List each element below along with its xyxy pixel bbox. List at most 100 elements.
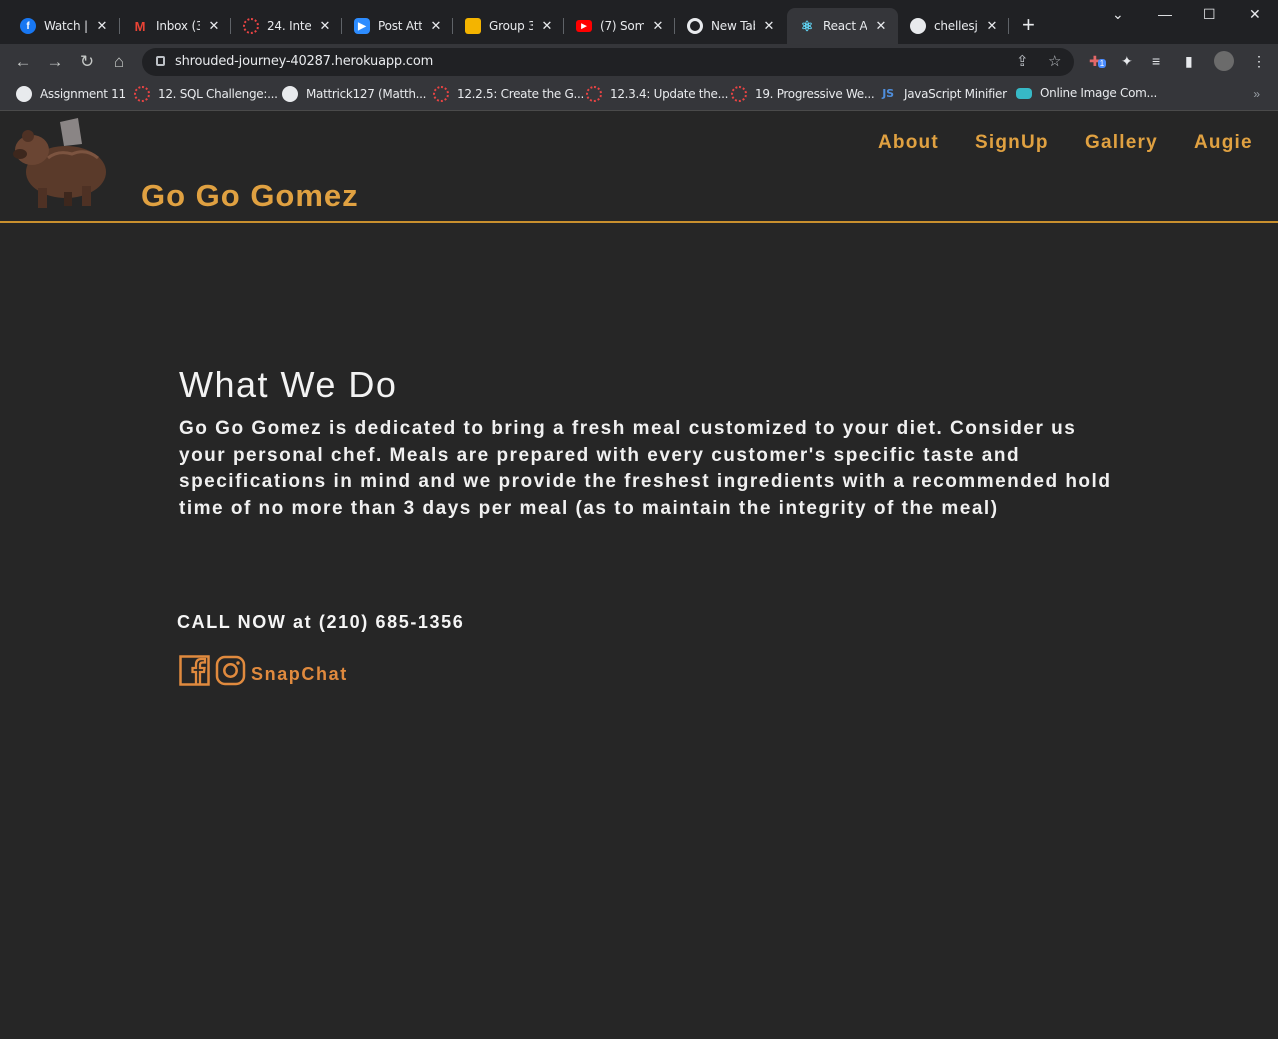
dotted-ring-icon	[586, 86, 602, 102]
nav-augie[interactable]: Augie	[1194, 132, 1253, 154]
bookmark-item[interactable]: Mattrick127 (Matth...	[282, 86, 427, 102]
chrome-icon	[687, 18, 703, 34]
dotted-ring-icon	[731, 86, 747, 102]
reload-button[interactable]: ↻	[75, 50, 99, 74]
site-header: Go Go Gomez About SignUp Gallery Augie	[0, 112, 1278, 223]
address-bar[interactable]: shrouded-journey-40287.herokuapp.com ⇪ ☆	[142, 48, 1074, 76]
bookmarks-bar: Assignment 11 12. SQL Challenge:... Matt…	[0, 80, 1278, 111]
tab-youtube[interactable]: ▶ (7) Some ✕	[564, 8, 675, 44]
github-icon	[282, 86, 298, 102]
web-page: Go Go Gomez About SignUp Gallery Augie W…	[0, 112, 1278, 1039]
tab-gmail[interactable]: M Inbox (3( ✕	[120, 8, 231, 44]
tab-title: Group 3	[489, 19, 533, 33]
tab-search-icon[interactable]: ⌄	[1112, 6, 1124, 23]
tab-title: chellesjo	[934, 19, 978, 33]
js-icon: JS	[882, 87, 894, 100]
tab-title: New Tab	[711, 19, 755, 33]
dotted-ring-icon	[243, 18, 259, 34]
snapchat-link[interactable]: SnapChat	[251, 664, 348, 685]
bookmark-label: 12.2.5: Create the G...	[457, 87, 585, 101]
close-icon[interactable]: ✕	[984, 18, 1000, 34]
bookmarks-overflow-button[interactable]: »	[1253, 87, 1260, 101]
tab-title: Watch | F	[44, 19, 88, 33]
slides-icon	[465, 18, 481, 34]
tab-facebook[interactable]: f Watch | F ✕	[8, 8, 120, 44]
share-icon[interactable]: ⇪	[1016, 52, 1029, 70]
extension-badge: 1	[1097, 59, 1107, 68]
tab-strip: f Watch | F ✕ M Inbox (3( ✕ 24. Intera ✕…	[0, 0, 1278, 44]
close-window-button[interactable]: ✕	[1249, 6, 1261, 23]
close-icon[interactable]: ✕	[317, 18, 333, 34]
bear-logo	[13, 118, 106, 208]
dotted-ring-icon	[134, 86, 150, 102]
bookmark-item[interactable]: Online Image Com...	[1016, 86, 1157, 100]
bookmark-label: Assignment 11	[40, 87, 126, 101]
dotted-ring-icon	[433, 86, 449, 102]
nav-about[interactable]: About	[878, 132, 939, 154]
lock-icon	[156, 56, 165, 66]
cloud-icon	[1016, 87, 1032, 99]
tab-zoom[interactable]: ▶ Post Atte ✕	[342, 8, 453, 44]
call-now-text: CALL NOW at (210) 685-1356	[177, 612, 465, 632]
close-icon[interactable]: ✕	[761, 18, 777, 34]
tab-slides[interactable]: Group 3 ✕	[453, 8, 564, 44]
close-icon[interactable]: ✕	[539, 18, 555, 34]
bookmark-label: JavaScript Minifier	[904, 87, 1007, 101]
bookmark-item[interactable]: 19. Progressive We...	[731, 86, 875, 102]
about-section: What We Do Go Go Gomez is dedicated to b…	[179, 364, 1119, 522]
tab-title: 24. Intera	[267, 19, 311, 33]
tab-new-tab[interactable]: New Tab ✕	[675, 8, 786, 44]
new-tab-button[interactable]: +	[1022, 14, 1035, 36]
bookmark-item[interactable]: 12.3.4: Update the...	[586, 86, 728, 102]
social-links: SnapChat	[179, 655, 348, 686]
menu-icon[interactable]: ⋮	[1252, 53, 1266, 70]
about-description: Go Go Gomez is dedicated to bring a fres…	[179, 418, 1112, 519]
back-button[interactable]: ←	[11, 50, 35, 74]
url-text[interactable]: shrouded-journey-40287.herokuapp.com	[175, 54, 433, 69]
nav-signup[interactable]: SignUp	[975, 132, 1049, 154]
close-icon[interactable]: ✕	[650, 18, 666, 34]
gmail-icon: M	[134, 18, 146, 34]
maximize-button[interactable]: ☐	[1203, 6, 1216, 23]
close-icon[interactable]: ✕	[873, 18, 889, 34]
tab-title: React Ap	[823, 19, 867, 33]
globe-icon	[16, 86, 32, 102]
bookmark-label: 12. SQL Challenge:...	[158, 87, 278, 101]
bookmark-item[interactable]: JS JavaScript Minifier	[880, 86, 1007, 102]
tab-react-app[interactable]: ⚛ React Ap ✕	[787, 8, 898, 44]
close-icon[interactable]: ✕	[94, 18, 110, 34]
side-panel-icon[interactable]: ▮	[1185, 53, 1193, 70]
youtube-icon: ▶	[576, 20, 592, 32]
puzzle-icon[interactable]: ✦	[1121, 53, 1133, 70]
nav-gallery[interactable]: Gallery	[1085, 132, 1158, 154]
bookmark-item[interactable]: 12. SQL Challenge:...	[134, 86, 278, 102]
tab-github[interactable]: chellesjo ✕	[898, 8, 1009, 44]
bookmark-label: Online Image Com...	[1040, 86, 1158, 100]
close-icon[interactable]: ✕	[428, 18, 444, 34]
facebook-icon[interactable]	[179, 655, 210, 686]
forward-button[interactable]: →	[43, 50, 67, 74]
zoom-icon: ▶	[354, 18, 370, 34]
section-heading: What We Do	[179, 364, 398, 405]
bookmark-item[interactable]: Assignment 11	[16, 86, 126, 102]
extension-icon[interactable]: ✚1	[1089, 53, 1107, 70]
avatar[interactable]	[1214, 51, 1234, 71]
media-control-icon[interactable]: ≡	[1152, 53, 1160, 69]
browser-toolbar: ← → ↻ ⌂ shrouded-journey-40287.herokuapp…	[0, 44, 1278, 80]
bookmark-item[interactable]: 12.2.5: Create the G...	[433, 86, 584, 102]
react-icon: ⚛	[800, 17, 814, 34]
brand-title[interactable]: Go Go Gomez	[141, 178, 359, 214]
bookmark-label: Mattrick127 (Matth...	[306, 87, 427, 101]
tab-title: Post Atte	[378, 19, 422, 33]
bookmark-label: 19. Progressive We...	[755, 87, 875, 101]
facebook-icon: f	[20, 18, 36, 34]
tab-title: Inbox (3(	[156, 19, 200, 33]
bookmark-star-icon[interactable]: ☆	[1048, 52, 1061, 70]
tab-title: (7) Some	[600, 19, 644, 33]
tab-interactive[interactable]: 24. Intera ✕	[231, 8, 342, 44]
instagram-icon[interactable]	[215, 655, 246, 686]
home-button[interactable]: ⌂	[107, 50, 131, 74]
close-icon[interactable]: ✕	[206, 18, 222, 34]
minimize-button[interactable]: —	[1158, 6, 1172, 22]
github-icon	[910, 18, 926, 34]
